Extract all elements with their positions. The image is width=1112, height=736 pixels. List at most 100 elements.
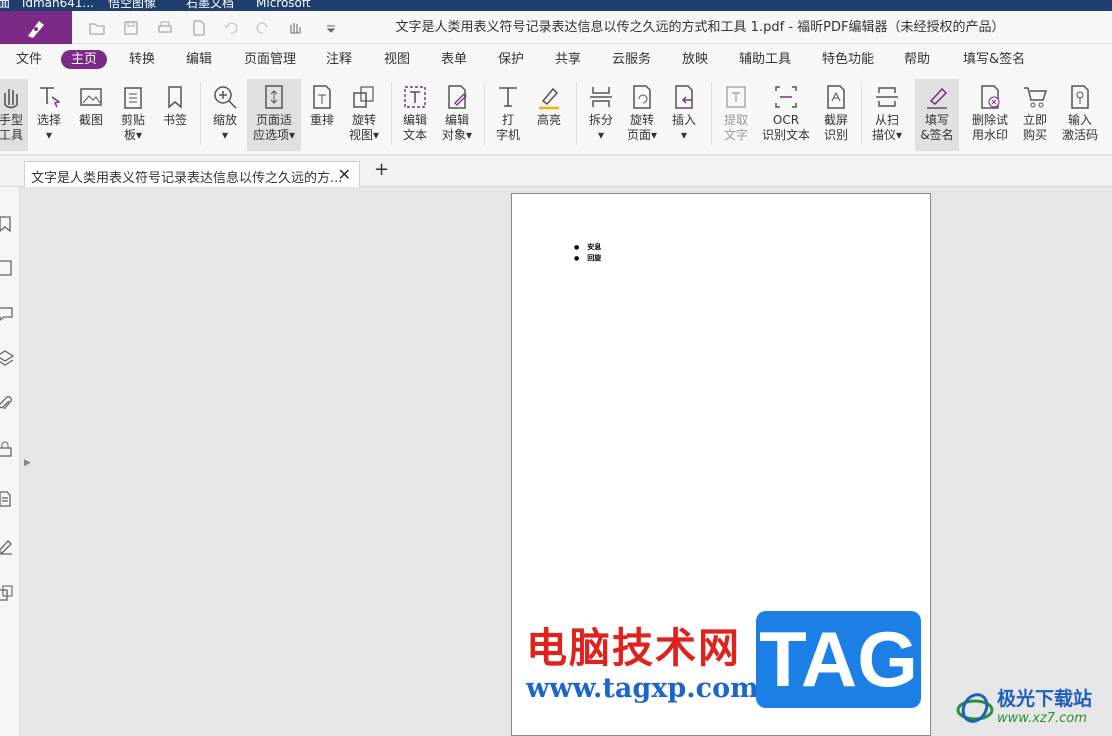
watermark-site-url: www.xz7.com bbox=[997, 711, 1087, 726]
window-title: 文字是人类用表义符号记录表达信息以传之久远的方式和工具 1.pdf - 福昕PD… bbox=[395, 20, 1005, 35]
ribbon-separator bbox=[200, 83, 201, 145]
menu-help[interactable]: 帮助 bbox=[904, 50, 930, 69]
taskbar-item[interactable]: 悟空图像 bbox=[108, 0, 156, 10]
typewriter-button[interactable]: 打字机 bbox=[491, 79, 525, 151]
bookmark-icon bbox=[168, 86, 182, 109]
from-scanner-button[interactable]: 从扫 描仪▾ bbox=[868, 79, 906, 151]
content-panel-icon[interactable] bbox=[0, 490, 14, 508]
ocr-icon bbox=[775, 86, 797, 108]
menu-protect[interactable]: 保护 bbox=[498, 50, 524, 69]
attachments-panel-icon[interactable] bbox=[0, 395, 14, 413]
ribbon-separator bbox=[484, 83, 485, 145]
remove-watermark-button[interactable]: 删除试 用水印 bbox=[968, 79, 1012, 151]
snapshot-button[interactable]: 截图 bbox=[74, 79, 108, 151]
menu-convert[interactable]: 转换 bbox=[129, 50, 155, 69]
highlighter-icon bbox=[539, 87, 559, 110]
menu-edit[interactable]: 编辑 bbox=[186, 50, 212, 69]
edit-text-icon bbox=[404, 86, 426, 108]
split-button[interactable]: 拆分 ▾ bbox=[584, 79, 618, 151]
document-tab-strip: 文字是人类用表义符号记录表达信息以传之久远的方... ✕ + bbox=[0, 156, 1112, 187]
enter-activation-code-button[interactable]: 输入 激活码 bbox=[1058, 79, 1102, 151]
extract-text-button[interactable]: 提取 文字 bbox=[719, 79, 753, 151]
page-fit-options-button[interactable]: 页面适 应选项▾ bbox=[247, 79, 301, 151]
edit-object-button[interactable]: 编辑 对象▾ bbox=[438, 79, 476, 151]
page-fit-icon bbox=[265, 85, 283, 109]
menu-features[interactable]: 特色功能 bbox=[822, 50, 874, 69]
menu-home[interactable]: 主页 bbox=[61, 50, 108, 69]
hand-tool-button[interactable]: 手型 工具 bbox=[0, 79, 28, 151]
customize-quickaccess-icon[interactable] bbox=[322, 19, 340, 37]
remove-watermark-icon bbox=[981, 85, 1000, 109]
compare-panel-icon[interactable] bbox=[0, 584, 14, 602]
menu-comment[interactable]: 注释 bbox=[326, 50, 352, 69]
redo-icon[interactable] bbox=[254, 19, 272, 37]
edit-text-button[interactable]: 编辑 文本 bbox=[398, 79, 432, 151]
signature-panel-icon[interactable] bbox=[0, 537, 14, 555]
menu-form[interactable]: 表单 bbox=[441, 50, 467, 69]
document-tab[interactable]: 文字是人类用表义符号记录表达信息以传之久远的方... ✕ bbox=[24, 161, 360, 187]
taskbar-item[interactable]: idman641... bbox=[22, 0, 94, 10]
ribbon-separator bbox=[711, 83, 712, 145]
new-doc-icon[interactable] bbox=[190, 19, 208, 37]
menu-slideshow[interactable]: 放映 bbox=[682, 50, 708, 69]
taskbar-item[interactable]: Microsoft bbox=[256, 0, 311, 10]
menu-bar: 文件 主页 转换 编辑 页面管理 注释 视图 表单 保护 共享 云服务 放映 辅… bbox=[0, 44, 1112, 75]
ribbon-separator bbox=[576, 83, 577, 145]
taskbar-item[interactable]: 石墨文档 bbox=[186, 0, 234, 10]
zoom-icon bbox=[214, 86, 237, 109]
new-tab-button[interactable]: + bbox=[374, 159, 389, 180]
reflow-button[interactable]: 重排 bbox=[305, 79, 339, 151]
taskbar-item[interactable]: 面 bbox=[0, 0, 10, 10]
ocr-button[interactable]: OCR 识别文本 bbox=[759, 79, 813, 151]
pen-logo-icon bbox=[28, 20, 44, 38]
hand-icon bbox=[4, 89, 18, 109]
expand-panel-arrow-icon[interactable]: ▶ bbox=[24, 458, 31, 468]
list-item: 回旋 bbox=[574, 253, 601, 264]
screen-ocr-icon bbox=[827, 85, 845, 109]
undo-icon[interactable] bbox=[222, 19, 240, 37]
pages-panel-icon[interactable] bbox=[0, 259, 14, 277]
highlight-button[interactable]: 高亮 bbox=[532, 79, 566, 151]
aurora-logo-icon bbox=[956, 693, 994, 723]
app-logo[interactable] bbox=[0, 11, 72, 44]
watermark-download-site: 极光下载站 www.xz7.com bbox=[955, 684, 1110, 734]
comments-panel-icon[interactable] bbox=[0, 304, 14, 322]
text-cursor-icon bbox=[40, 87, 61, 108]
select-tool-button[interactable]: 选择 ▾ bbox=[32, 79, 66, 151]
security-panel-icon[interactable] bbox=[0, 440, 14, 458]
insert-button[interactable]: 插入 ▾ bbox=[667, 79, 701, 151]
ribbon-toolbar: 手型 工具 选择 ▾ 截图 剪贴 板▾ 书签 缩放 ▾ 页面适 应选项▾ 重排 旋转 视图▾… bbox=[0, 75, 1112, 155]
hand-dropdown-icon[interactable] bbox=[286, 19, 304, 37]
title-bar: 文字是人类用表义符号记录表达信息以传之久远的方式和工具 1.pdf - 福昕PD… bbox=[0, 11, 1112, 44]
buy-now-button[interactable]: 立即 购买 bbox=[1018, 79, 1052, 151]
reflow-icon bbox=[313, 85, 331, 109]
menu-share[interactable]: 共享 bbox=[555, 50, 581, 69]
layers-panel-icon[interactable] bbox=[0, 349, 15, 367]
bookmark-button[interactable]: 书签 bbox=[158, 79, 192, 151]
zoom-button[interactable]: 缩放 ▾ bbox=[208, 79, 242, 151]
snapshot-icon bbox=[80, 88, 102, 106]
menu-page-management[interactable]: 页面管理 bbox=[244, 50, 296, 69]
watermark-url: www.tagxp.com bbox=[526, 673, 759, 704]
menu-view[interactable]: 视图 bbox=[384, 50, 410, 69]
screen-ocr-button[interactable]: 截屏 识别 bbox=[819, 79, 853, 151]
menu-assist-tools[interactable]: 辅助工具 bbox=[739, 50, 791, 69]
clipboard-button[interactable]: 剪贴 板▾ bbox=[116, 79, 150, 151]
rotate-page-button[interactable]: 旋转 页面▾ bbox=[623, 79, 661, 151]
print-icon[interactable] bbox=[156, 19, 174, 37]
menu-file[interactable]: 文件 bbox=[16, 50, 42, 69]
split-icon bbox=[590, 87, 612, 107]
rotate-view-button[interactable]: 旋转 视图▾ bbox=[345, 79, 383, 151]
document-tab-title: 文字是人类用表义符号记录表达信息以传之久远的方... bbox=[31, 171, 343, 186]
fill-sign-pen-icon bbox=[927, 87, 948, 109]
ribbon-separator bbox=[861, 83, 862, 145]
rotate-view-icon bbox=[353, 86, 374, 108]
left-nav-panel bbox=[0, 187, 20, 736]
save-icon[interactable] bbox=[122, 19, 140, 37]
bookmark-panel-icon[interactable] bbox=[0, 215, 14, 233]
open-icon[interactable] bbox=[88, 19, 106, 37]
menu-fill-sign[interactable]: 填写&签名 bbox=[963, 50, 1025, 69]
menu-cloud[interactable]: 云服务 bbox=[612, 50, 651, 69]
fill-sign-button[interactable]: 填写 &签名 bbox=[915, 79, 959, 151]
close-tab-icon[interactable]: ✕ bbox=[338, 165, 351, 184]
